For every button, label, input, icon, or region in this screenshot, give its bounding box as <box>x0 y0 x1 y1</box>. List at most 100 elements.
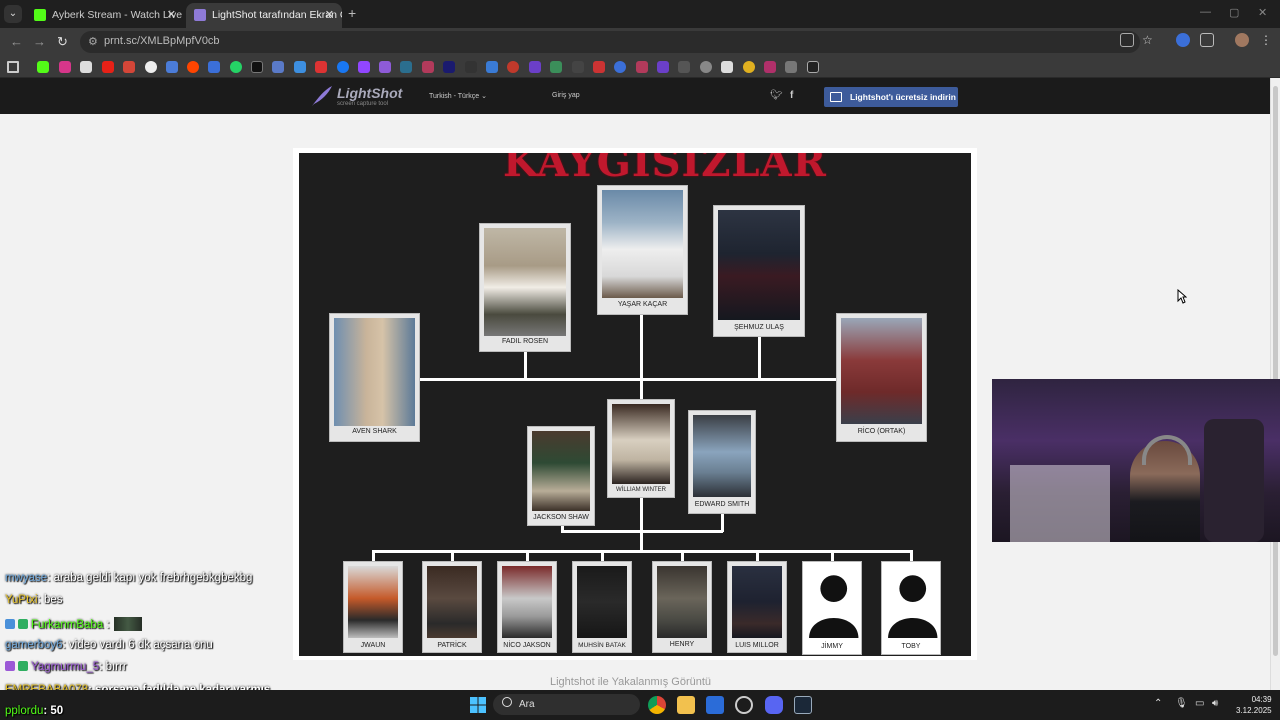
bookmark-star-icon[interactable]: ☆ <box>1142 33 1156 47</box>
bookmark-site-icon[interactable] <box>785 61 797 73</box>
desktop: ⌄ Ayberk Stream - Watch Live on ✕ LightS… <box>0 0 1280 720</box>
facebook-icon[interactable]: f <box>790 90 793 101</box>
window-close-icon[interactable]: ✕ <box>1258 6 1267 19</box>
bookmark-site-icon[interactable] <box>572 61 584 73</box>
bookmark-site-icon[interactable] <box>294 61 306 73</box>
member-card-aven: AVEN SHARK <box>329 313 420 442</box>
new-tab-icon[interactable]: + <box>348 5 356 21</box>
member-photo <box>334 318 415 426</box>
windows-start-icon[interactable] <box>470 697 486 713</box>
bookmark-twitch-icon[interactable] <box>358 61 370 73</box>
bookmark-kick-icon[interactable] <box>37 61 49 73</box>
bookmark-site-icon[interactable] <box>486 61 498 73</box>
address-bar[interactable]: ⚙ prnt.sc/XMLBpMpfV0cb <box>80 31 1140 53</box>
member-card-jimmy: JİMMY <box>802 561 862 655</box>
screenshot-image[interactable]: KAYGISIZLAR YAŞAR KAÇAR FADIL ROSEN ŞEHM… <box>299 153 971 656</box>
site-info-icon[interactable]: ⚙ <box>88 35 98 48</box>
bookmark-site-icon[interactable] <box>400 61 412 73</box>
close-icon[interactable]: ✕ <box>325 8 334 21</box>
steam-icon[interactable] <box>794 696 812 714</box>
chrome-icon[interactable] <box>648 696 666 714</box>
bookmark-site-icon[interactable] <box>465 61 477 73</box>
placeholder-person-icon <box>888 575 938 638</box>
profile-avatar-icon[interactable] <box>1235 33 1249 47</box>
bookmark-site-icon[interactable] <box>743 61 755 73</box>
bookmark-site-icon[interactable] <box>315 61 327 73</box>
install-app-icon[interactable] <box>1120 33 1134 47</box>
bookmark-facebook-icon[interactable] <box>337 61 349 73</box>
bookmark-site-icon[interactable] <box>636 61 648 73</box>
member-photo <box>732 566 782 638</box>
bookmark-site-icon[interactable] <box>657 61 669 73</box>
app-icon[interactable] <box>735 696 753 714</box>
volume-icon[interactable]: 🔊︎ <box>1212 698 1218 709</box>
apps-grid-icon[interactable] <box>7 61 19 73</box>
bookmark-instagram-icon[interactable] <box>59 61 71 73</box>
minimize-icon[interactable]: — <box>1200 6 1211 18</box>
discord-icon[interactable] <box>765 696 783 714</box>
bookmark-google-icon[interactable] <box>145 61 157 73</box>
bookmark-site-icon[interactable] <box>272 61 284 73</box>
bookmark-site-icon[interactable] <box>807 61 819 73</box>
tab-label: LightShot tarafından Ekran Görü <box>212 9 342 21</box>
lightshot-favicon-icon <box>194 9 206 21</box>
member-name: TOBY <box>901 643 921 650</box>
tab-search-icon[interactable]: ⌄ <box>4 5 22 23</box>
bookmark-site-icon[interactable] <box>721 61 733 73</box>
taskbar-search[interactable]: Ara <box>493 694 640 715</box>
bookmark-gmail-icon[interactable] <box>123 61 135 73</box>
file-explorer-icon[interactable] <box>677 696 695 714</box>
member-card-edward: EDWARD SMITH <box>688 410 756 514</box>
tab-label: Ayberk Stream - Watch Live on <box>52 9 184 21</box>
lightshot-logo[interactable]: LightShot <box>337 85 402 101</box>
browser-menu-icon[interactable]: ⋮ <box>1260 33 1274 47</box>
member-name: LUIS MILLOR <box>735 642 779 649</box>
reload-icon[interactable]: ↻ <box>57 34 68 50</box>
maximize-icon[interactable]: ▢ <box>1229 6 1239 19</box>
chair <box>1204 419 1264 542</box>
login-link[interactable]: Giriş yap <box>552 92 580 99</box>
arrow-left-icon[interactable]: ← <box>10 34 23 49</box>
download-lightshot-button[interactable]: Lightshot'ı ücretsiz indirin <box>824 87 958 107</box>
kick-favicon-icon <box>34 9 46 21</box>
bookmark-x-icon[interactable] <box>80 61 92 73</box>
close-icon[interactable]: ✕ <box>167 8 176 21</box>
network-icon[interactable]: ▭ <box>1195 698 1204 709</box>
arrow-right-icon[interactable]: → <box>33 34 46 49</box>
member-photo <box>577 566 627 638</box>
twitter-icon[interactable]: 🐦︎ <box>770 90 783 101</box>
chat-message: FurkanmBaba : <box>5 617 142 631</box>
language-select[interactable]: Turkish - Türkçe ⌄ <box>429 92 487 100</box>
bookmark-whatsapp-icon[interactable] <box>230 61 242 73</box>
extensions-puzzle-icon[interactable] <box>1200 33 1214 47</box>
bookmark-site-icon[interactable] <box>529 61 541 73</box>
bookmark-site-icon[interactable] <box>422 61 434 73</box>
lightshot-feather-icon <box>312 86 332 106</box>
webcam-overlay <box>992 379 1280 542</box>
mouse-cursor-icon <box>1177 289 1187 304</box>
system-clock[interactable]: 04:39 3.12.2025 <box>1236 694 1272 716</box>
bookmark-site-icon[interactable] <box>443 61 455 73</box>
bookmark-site-icon[interactable] <box>208 61 220 73</box>
bookmark-youtube-icon[interactable] <box>102 61 114 73</box>
bookmark-site-icon[interactable] <box>700 61 712 73</box>
bookmark-site-icon[interactable] <box>166 61 178 73</box>
member-card-muhsin: MUHSİN BATAK <box>572 561 632 653</box>
bookmark-site-icon[interactable] <box>251 61 263 73</box>
microphone-icon[interactable]: 🎙︎ <box>1175 698 1188 709</box>
extension-icon[interactable] <box>1176 33 1190 47</box>
bookmark-site-icon[interactable] <box>379 61 391 73</box>
bookmark-site-icon[interactable] <box>614 61 626 73</box>
tray-overflow-icon[interactable]: ⌃ <box>1154 698 1162 709</box>
bookmark-site-icon[interactable] <box>764 61 776 73</box>
bookmark-site-icon[interactable] <box>550 61 562 73</box>
bookmark-site-icon[interactable] <box>593 61 605 73</box>
tab-lightshot[interactable]: LightShot tarafından Ekran Görü ✕ <box>186 3 342 28</box>
scrollbar-thumb[interactable] <box>1273 86 1278 656</box>
bookmark-site-icon[interactable] <box>507 61 519 73</box>
badge-icon <box>18 661 28 671</box>
store-icon[interactable] <box>706 696 724 714</box>
bookmark-site-icon[interactable] <box>678 61 690 73</box>
bookmark-reddit-icon[interactable] <box>187 61 199 73</box>
tab-kick-stream[interactable]: Ayberk Stream - Watch Live on ✕ <box>26 3 184 28</box>
